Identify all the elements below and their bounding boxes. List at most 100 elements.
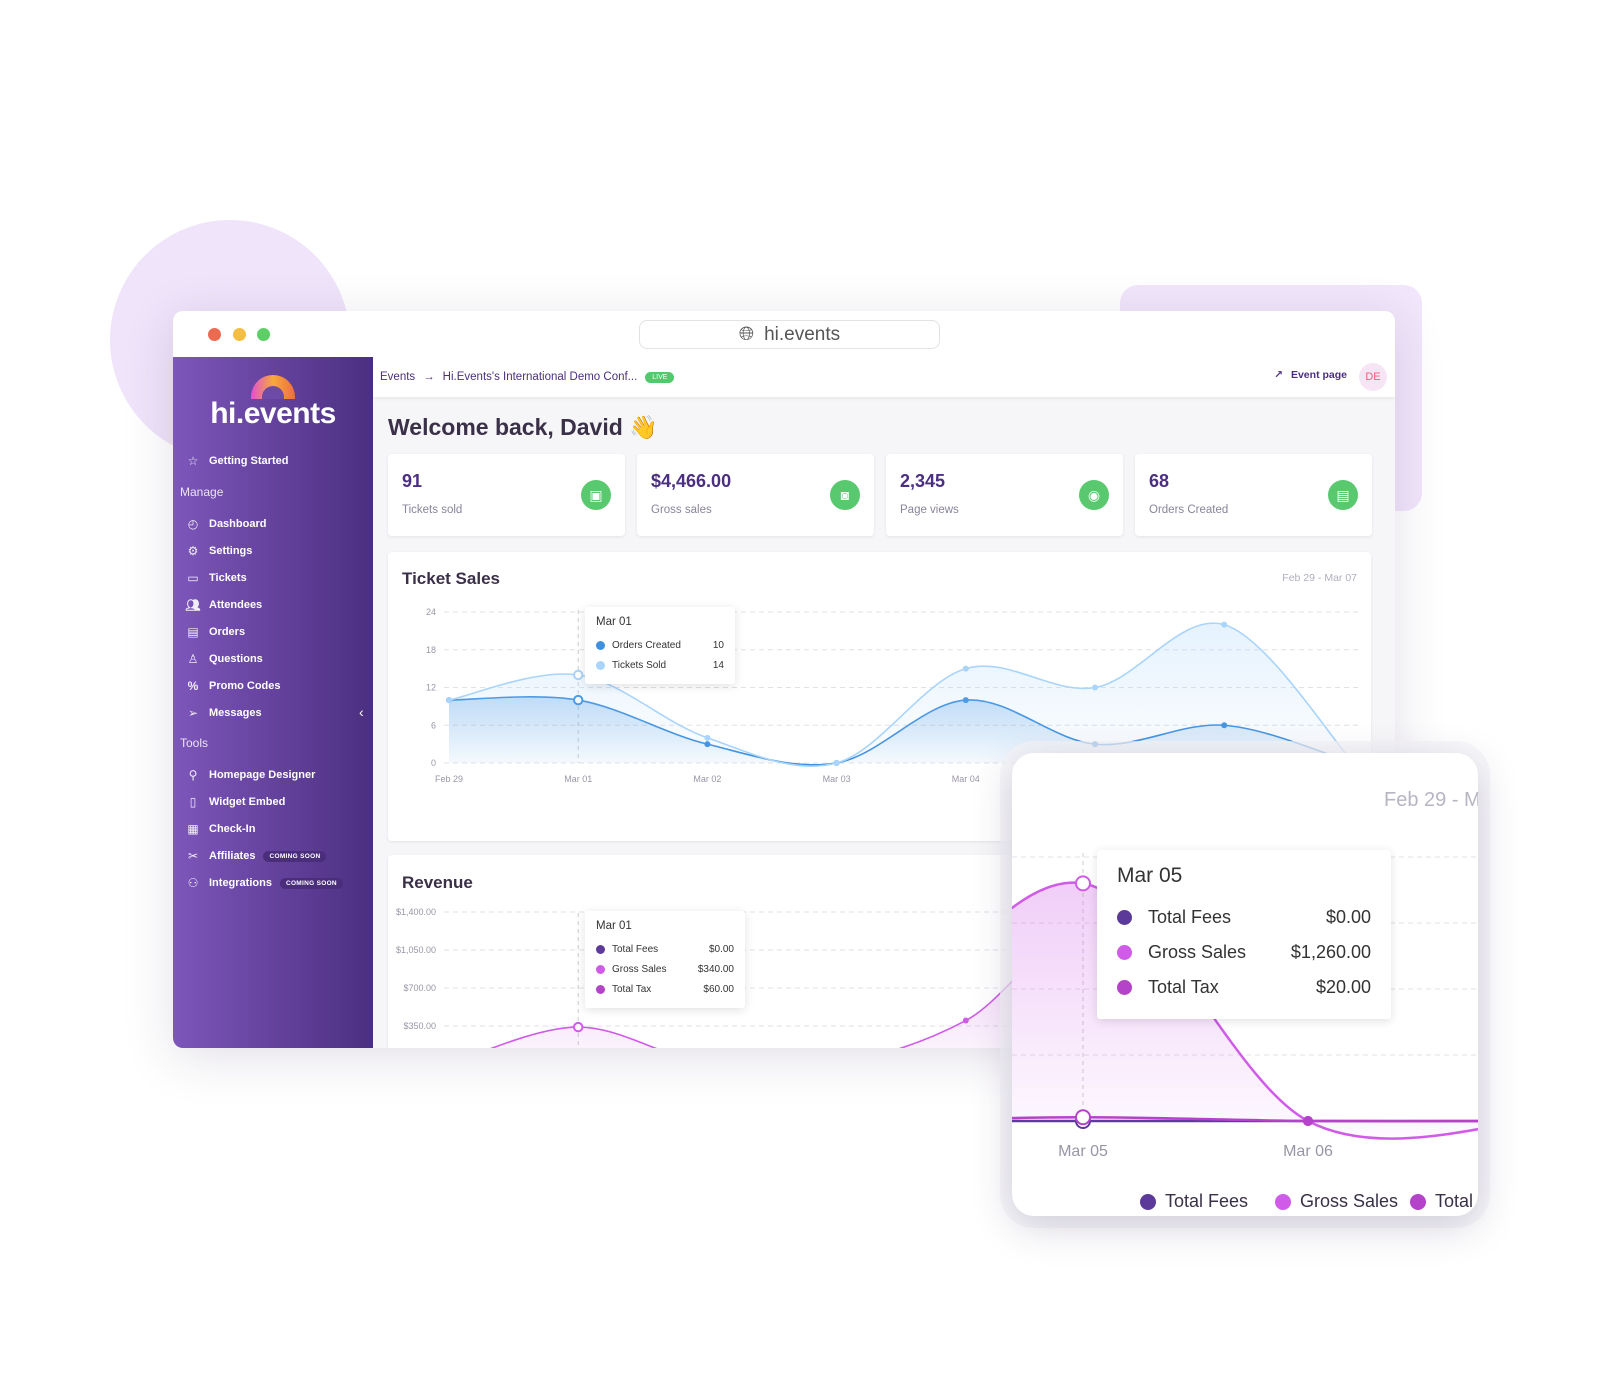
data-point[interactable] bbox=[1303, 1116, 1313, 1126]
series-name: Total Tax bbox=[612, 983, 652, 995]
users-icon: 👥︎ bbox=[185, 598, 201, 612]
sidebar-item-getting-started[interactable]: ☆ Getting Started bbox=[185, 452, 289, 470]
breadcrumb-events[interactable]: Events bbox=[380, 371, 415, 383]
series-name: Total Fees bbox=[1148, 907, 1232, 927]
coming-soon-badge: COMING SOON bbox=[263, 850, 327, 862]
sidebar-item-integrations[interactable]: ⚇ Integrations COMING SOON bbox=[185, 874, 343, 892]
zoomed-revenue-card: Feb 29 - Mar 07 Mar 05Mar 06 Mar 05Total… bbox=[1012, 753, 1478, 1216]
stat-value: $4,466.00 bbox=[651, 471, 732, 491]
legend-item[interactable]: Total Tax bbox=[1410, 1191, 1478, 1212]
coming-soon-badge: COMING SOON bbox=[279, 877, 343, 889]
collapse-sidebar-chevron-icon[interactable]: ‹ bbox=[359, 704, 364, 720]
data-point[interactable] bbox=[1092, 684, 1098, 691]
stat-label: Tickets sold bbox=[402, 504, 463, 516]
receipt-icon: ▤ bbox=[1328, 480, 1358, 510]
data-point[interactable] bbox=[962, 1017, 969, 1024]
y-tick-label: 24 bbox=[426, 607, 436, 617]
sidebar-item-label: Questions bbox=[209, 653, 263, 665]
x-tick-label: Mar 04 bbox=[952, 774, 980, 784]
tooltip-title: Mar 05 bbox=[1117, 864, 1183, 887]
qr-code-icon: ▦ bbox=[187, 822, 199, 836]
avatar[interactable]: DE bbox=[1359, 363, 1387, 391]
legend-label: Total Fees bbox=[1165, 1191, 1249, 1211]
sidebar-item-label: Attendees bbox=[209, 599, 263, 611]
y-tick-label: $1,400.00 bbox=[396, 907, 436, 917]
data-point[interactable] bbox=[573, 1021, 584, 1033]
data-point[interactable] bbox=[1075, 875, 1091, 892]
sidebar-item-label: Promo Codes bbox=[209, 680, 281, 692]
sidebar-item-settings[interactable]: ⚙ Settings bbox=[185, 542, 253, 560]
eye-icon: ◉ bbox=[1079, 480, 1109, 510]
data-point[interactable] bbox=[573, 669, 584, 681]
y-tick-label: 6 bbox=[431, 720, 436, 730]
maximize-dot[interactable] bbox=[257, 328, 270, 341]
x-tick-label: Mar 03 bbox=[823, 774, 851, 784]
series-name: Gross Sales bbox=[612, 963, 667, 975]
data-point[interactable] bbox=[446, 697, 452, 704]
data-point[interactable] bbox=[833, 760, 840, 766]
sidebar-item-homepage-designer[interactable]: ⚲ Homepage Designer bbox=[185, 766, 316, 784]
series-dot-icon bbox=[596, 944, 605, 954]
ticket-icon: ▭ bbox=[187, 571, 199, 585]
legend-label: Gross Sales bbox=[1300, 1191, 1399, 1211]
legend-item[interactable]: Total Fees bbox=[1140, 1191, 1248, 1212]
data-point[interactable] bbox=[1075, 1109, 1091, 1126]
series-dot-icon bbox=[596, 640, 605, 650]
user-question-icon: ♙ bbox=[187, 652, 199, 666]
globe-icon: 🌐︎ bbox=[738, 323, 755, 345]
series-name: Orders Created bbox=[612, 639, 681, 651]
sidebar-item-tickets[interactable]: ▭ Tickets bbox=[185, 569, 246, 587]
x-tick-label: Feb 29 bbox=[435, 774, 463, 784]
sidebar-item-check-in[interactable]: ▦ Check-In bbox=[185, 820, 255, 838]
series-dot-icon bbox=[596, 660, 605, 670]
sidebar-item-label: Messages bbox=[209, 707, 262, 719]
data-point[interactable] bbox=[962, 665, 969, 672]
stat-value: 68 bbox=[1149, 471, 1170, 491]
star-icon: ☆ bbox=[187, 454, 199, 468]
x-tick-label: Mar 02 bbox=[693, 774, 721, 784]
stat-value: 91 bbox=[402, 471, 423, 491]
data-point[interactable] bbox=[704, 734, 711, 741]
cash-icon: ◙ bbox=[830, 480, 860, 510]
page-title: Welcome back, David 👋 bbox=[388, 414, 658, 440]
sidebar-item-questions[interactable]: ♙ Questions bbox=[185, 650, 263, 668]
paint-roller-icon: ⚲ bbox=[188, 768, 198, 782]
sidebar-item-label: Check-In bbox=[209, 823, 256, 835]
close-dot[interactable] bbox=[208, 328, 221, 341]
minimize-dot[interactable] bbox=[233, 328, 246, 341]
tooltip-row: Total Fees $0.00 bbox=[596, 939, 734, 959]
event-page-link[interactable]: ↗ Event page bbox=[1274, 369, 1347, 381]
breadcrumb-event[interactable]: Hi.Events's International Demo Conf... bbox=[443, 371, 638, 383]
tooltip-row: Orders Created 10 bbox=[596, 635, 724, 655]
stat-label: Gross sales bbox=[651, 504, 712, 516]
sidebar-item-dashboard[interactable]: ◴ Dashboard bbox=[185, 515, 267, 533]
sidebar: hi.events ☆ Getting Started Manage ◴ Dashb… bbox=[173, 357, 373, 1048]
y-tick-label: $350.00 bbox=[403, 1021, 436, 1031]
sidebar-item-label: Settings bbox=[209, 545, 253, 557]
sidebar-item-label: Homepage Designer bbox=[209, 769, 316, 781]
chart-tooltip: Mar 01 Orders Created 10 Tickets Sold 14 bbox=[585, 607, 735, 684]
sidebar-item-promo-codes[interactable]: % Promo Codes bbox=[185, 677, 281, 695]
sidebar-item-orders[interactable]: ▤ Orders bbox=[185, 623, 245, 641]
sidebar-item-attendees[interactable]: 👥︎ Attendees bbox=[185, 596, 262, 614]
series-value: $60.00 bbox=[703, 983, 734, 995]
legend-dot-icon bbox=[1140, 1193, 1156, 1210]
topbar: Events → Hi.Events's International Demo … bbox=[373, 357, 1395, 397]
series-value: 10 bbox=[712, 639, 724, 651]
sidebar-item-widget-embed[interactable]: ▯ Widget Embed bbox=[185, 793, 286, 811]
stat-card: 2,345 Page views ◉ bbox=[886, 454, 1123, 536]
sidebar-item-affiliates[interactable]: ✂ Affiliates COMING SOON bbox=[185, 847, 327, 865]
sidebar-item-label: Integrations bbox=[209, 877, 272, 889]
discount-icon: % bbox=[187, 679, 199, 693]
legend-item[interactable]: Gross Sales bbox=[1275, 1191, 1398, 1212]
series-value: 14 bbox=[712, 659, 724, 671]
series-dot-icon bbox=[1117, 980, 1132, 995]
logo: hi.events bbox=[210, 397, 336, 430]
address-bar[interactable]: 🌐︎ hi.events bbox=[639, 320, 940, 349]
y-tick-label: 18 bbox=[426, 645, 436, 655]
status-badge: LIVE bbox=[645, 371, 675, 383]
sidebar-item-label: Dashboard bbox=[209, 518, 267, 530]
tooltip-row: Gross Sales $340.00 bbox=[596, 959, 734, 979]
data-point[interactable] bbox=[1221, 621, 1228, 628]
sidebar-item-messages[interactable]: ➢ Messages bbox=[185, 704, 262, 722]
